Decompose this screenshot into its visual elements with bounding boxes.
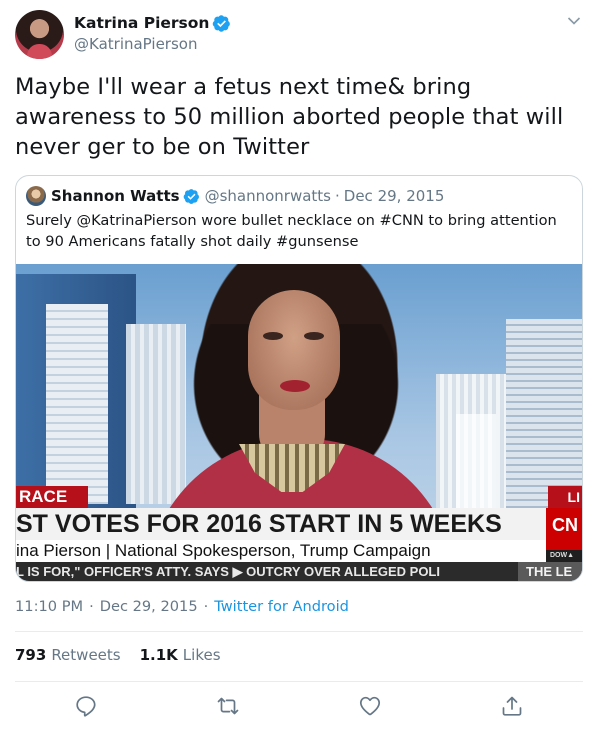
tweet-source-link[interactable]: Twitter for Android (214, 598, 349, 615)
action-bar (0, 692, 598, 720)
author-name-row: Katrina Pierson (74, 12, 231, 34)
verified-badge-icon (213, 14, 231, 32)
quoted-media-image[interactable]: RACE LI ST VOTES FOR 2016 START IN 5 WEE… (16, 264, 582, 581)
retweets-stat[interactable]: 793 Retweets (15, 646, 121, 664)
quoted-avatar (26, 186, 46, 206)
media-building (46, 304, 108, 504)
chyron-lower-third: ina Pierson | National Spokesperson, Tru… (16, 540, 546, 562)
quoted-header: Shannon Watts @shannonrwatts · Dec 29, 2… (26, 186, 444, 206)
chyron-top-bar: RACE LI (16, 486, 582, 508)
chyron-headline: ST VOTES FOR 2016 START IN 5 WEEKS (16, 508, 546, 540)
news-ticker-end: THE LE (518, 562, 582, 581)
meta-separator: · (203, 597, 209, 615)
tweet-text: Maybe I'll wear a fetus next time& bring… (15, 74, 564, 160)
tweet-meta: 11:10 PM · Dec 29, 2015 · Twitter for An… (15, 596, 349, 616)
quoted-author-name: Shannon Watts (51, 187, 180, 205)
divider (15, 631, 583, 632)
quoted-date: Dec 29, 2015 (343, 187, 445, 205)
reply-icon[interactable] (74, 694, 98, 718)
quoted-tweet[interactable]: Shannon Watts @shannonrwatts · Dec 29, 2… (15, 175, 583, 582)
quoted-text: Surely @KatrinaPierson wore bullet neckl… (26, 212, 557, 250)
tweet-header: Katrina Pierson @KatrinaPierson (15, 10, 585, 60)
retweets-count: 793 (15, 646, 47, 664)
tweet-date[interactable]: Dec 29, 2015 (100, 598, 198, 615)
chyron-tag-right: LI (548, 486, 582, 508)
market-indicator: DOW▲ (546, 550, 582, 562)
quoted-separator: · (335, 187, 340, 205)
tweet-time[interactable]: 11:10 PM (15, 598, 83, 615)
divider (15, 681, 583, 682)
media-person-eye (263, 332, 283, 340)
media-person-lips (280, 380, 310, 392)
share-icon[interactable] (500, 694, 524, 718)
likes-stat[interactable]: 1.1K Likes (140, 646, 221, 664)
chevron-down-icon[interactable] (567, 16, 581, 26)
meta-separator: · (89, 597, 94, 615)
likes-count: 1.1K (139, 646, 178, 664)
author-name[interactable]: Katrina Pierson (74, 14, 209, 32)
media-person-face (248, 290, 340, 410)
quoted-author-handle: @shannonrwatts (204, 187, 331, 205)
tweet-stats: 793 Retweets 1.1K Likes (15, 645, 240, 665)
tweet-card: Katrina Pierson @KatrinaPierson Maybe I'… (0, 0, 598, 730)
media-person-eye (304, 332, 324, 340)
chyron-tag-left: RACE (16, 486, 88, 508)
likes-label: Likes (182, 646, 221, 664)
retweets-label: Retweets (51, 646, 121, 664)
retweet-icon[interactable] (216, 694, 240, 718)
verified-badge-icon (183, 188, 199, 204)
author-avatar[interactable] (15, 10, 64, 59)
heart-icon[interactable] (358, 694, 382, 718)
news-ticker: L IS FOR," OFFICER'S ATTY. SAYS ▶ OUTCRY… (16, 562, 582, 581)
author-handle[interactable]: @KatrinaPierson (74, 35, 197, 53)
